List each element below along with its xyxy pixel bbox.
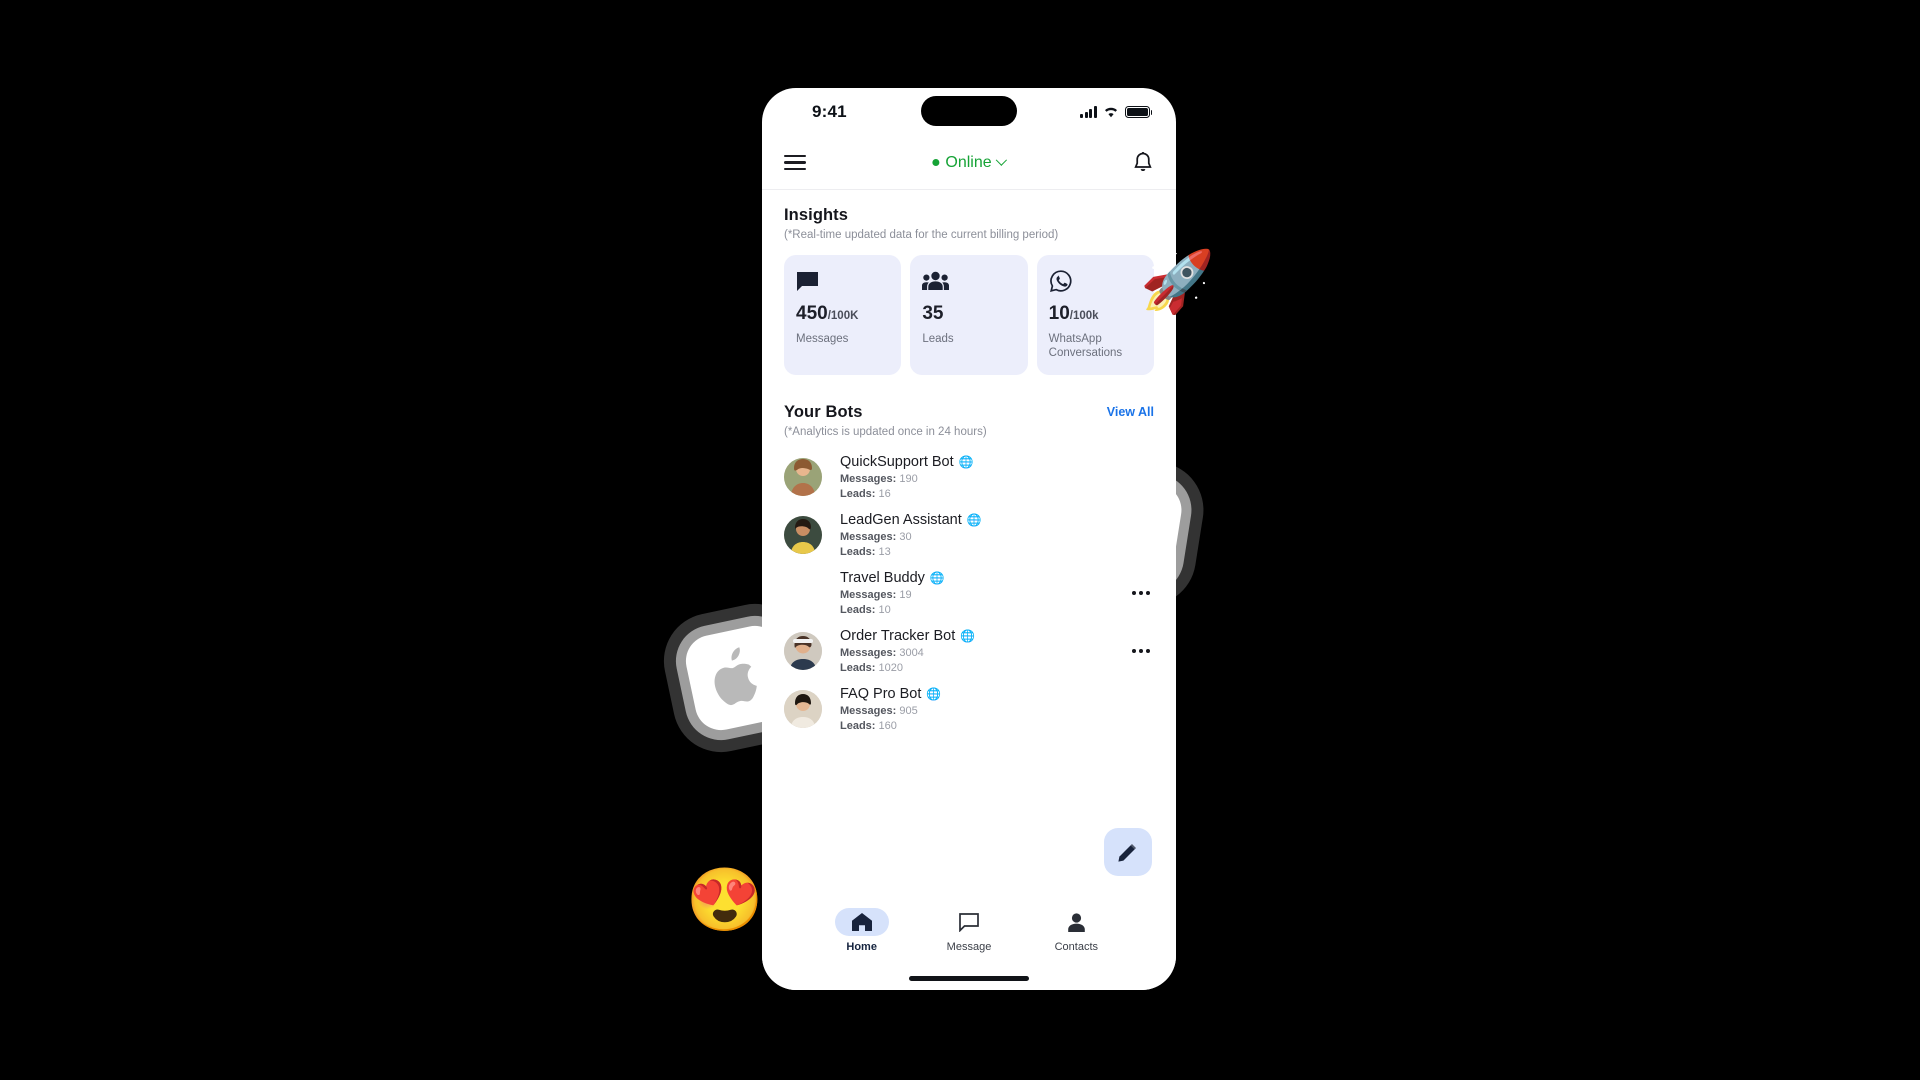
bot-name: Travel Buddy 🌐 <box>840 569 945 586</box>
bot-messages-stat: Messages: 905 <box>840 704 918 717</box>
bot-info: LeadGen Assistant 🌐 Messages: 30 Leads: … <box>840 512 982 558</box>
bot-list-item[interactable]: Order Tracker Bot 🌐 Messages: 3004 Leads… <box>784 622 1154 680</box>
insights-title: Insights <box>784 206 849 224</box>
insight-card-label: Leads <box>922 333 954 345</box>
phone-mockup: 9:41 Online Insights (*Real-time updated… <box>762 88 1176 990</box>
bot-leads-stat: Leads: 13 <box>840 545 891 558</box>
nav-label: Contacts <box>1054 941 1099 953</box>
status-bar-time: 9:41 <box>812 102 847 121</box>
avatar <box>784 689 822 728</box>
whatsapp-icon <box>1049 268 1142 294</box>
home-icon <box>834 908 889 936</box>
bot-name: QuickSupport Bot 🌐 <box>840 453 974 470</box>
bot-info: Order Tracker Bot 🌐 Messages: 3004 Leads… <box>840 628 975 674</box>
bot-messages-stat: Messages: 19 <box>840 588 912 601</box>
globe-icon: 🌐 <box>929 570 945 585</box>
wifi-icon <box>1105 107 1117 118</box>
kebab-menu-icon[interactable] <box>1132 648 1154 653</box>
insights-section: Insights (*Real-time updated data for th… <box>784 206 1154 375</box>
bottom-nav-items: Home Message Contacts <box>762 908 1176 953</box>
main-content: Insights (*Real-time updated data for th… <box>762 190 1176 738</box>
insight-card-messages[interactable]: 450/100K Messages <box>784 255 902 375</box>
insight-card-value: 10/100k <box>1048 303 1099 324</box>
insight-card-label: Messages <box>796 333 849 345</box>
bot-messages-stat: Messages: 30 <box>840 530 912 543</box>
bot-name: FAQ Pro Bot 🌐 <box>840 685 942 702</box>
insight-card-leads[interactable]: 35 Leads <box>910 255 1028 375</box>
avatar <box>784 515 822 554</box>
insight-card-value: 450/100K <box>796 303 859 324</box>
bot-messages-stat: Messages: 3004 <box>840 646 924 659</box>
kebab-menu-icon[interactable] <box>1132 590 1154 595</box>
insights-subtitle: (*Real-time updated data for the current… <box>784 229 1059 241</box>
dynamic-island <box>921 96 1017 126</box>
people-group-icon <box>922 268 1015 294</box>
view-all-link[interactable]: View All <box>1107 403 1154 419</box>
bot-info: Travel Buddy 🌐 Messages: 19 Leads: 10 <box>840 570 945 616</box>
online-status-dropdown[interactable]: Online <box>932 153 1008 172</box>
bot-name: LeadGen Assistant 🌐 <box>840 511 982 528</box>
cellular-signal-icon <box>1080 106 1097 118</box>
your-bots-header: Your Bots (*Analytics is updated once in… <box>784 403 1154 438</box>
bot-leads-stat: Leads: 160 <box>840 719 897 732</box>
globe-icon: 🌐 <box>926 686 942 701</box>
nav-item-message[interactable]: Message <box>915 908 1022 953</box>
bot-info: QuickSupport Bot 🌐 Messages: 190 Leads: … <box>840 454 974 500</box>
insight-card-value: 35 <box>922 303 944 324</box>
status-bar: 9:41 <box>762 88 1176 136</box>
online-status-label: Online <box>945 153 992 171</box>
bot-info: FAQ Pro Bot 🌐 Messages: 905 Leads: 160 <box>840 686 941 732</box>
bot-leads-stat: Leads: 1020 <box>840 661 904 674</box>
nav-item-contacts[interactable]: Contacts <box>1023 908 1130 953</box>
bot-leads-stat: Leads: 16 <box>840 487 891 500</box>
avatar <box>784 457 822 496</box>
bot-name: Order Tracker Bot 🌐 <box>840 627 976 644</box>
hamburger-menu-icon[interactable] <box>784 151 806 174</box>
globe-icon: 🌐 <box>958 454 974 469</box>
status-bar-indicators <box>1080 105 1153 119</box>
chevron-down-icon <box>995 154 1008 166</box>
app-header: Online <box>762 136 1176 190</box>
avatar <box>784 631 822 670</box>
nav-item-home[interactable]: Home <box>808 908 915 953</box>
nav-label: Home <box>846 941 877 953</box>
edit-fab-button[interactable] <box>1104 828 1152 876</box>
bot-messages-stat: Messages: 190 <box>840 472 918 485</box>
battery-icon <box>1125 105 1153 119</box>
bot-list-item[interactable]: LeadGen Assistant 🌐 Messages: 30 Leads: … <box>784 506 1154 564</box>
insight-card-label: WhatsApp Conversations <box>1048 333 1123 360</box>
chat-bubble-icon <box>796 268 889 294</box>
bot-list-item[interactable]: Travel Buddy 🌐 Messages: 19 Leads: 10 <box>784 564 1154 622</box>
bottom-navigation: Home Message Contacts <box>762 898 1176 990</box>
bot-list: QuickSupport Bot 🌐 Messages: 190 Leads: … <box>784 448 1154 738</box>
your-bots-title: Your Bots <box>784 402 863 421</box>
pencil-edit-icon <box>1118 843 1137 862</box>
nav-label: Message <box>946 941 992 953</box>
screenshot-stage: 9:41 Online Insights (*Real-time updated… <box>0 0 1920 1080</box>
insight-card-unit: /100k <box>1069 310 1099 322</box>
heart-eyes-emoji: 😍 <box>686 866 764 935</box>
insight-card-unit: /100K <box>827 310 859 322</box>
your-bots-subtitle: (*Analytics is updated once in 24 hours) <box>784 425 987 438</box>
notification-bell-icon[interactable] <box>1132 151 1154 175</box>
insight-cards: 450/100K Messages 35 Leads 10/100k Whats… <box>784 255 1154 375</box>
online-status-dot <box>932 159 940 166</box>
bot-leads-stat: Leads: 10 <box>840 603 891 616</box>
globe-icon: 🌐 <box>966 512 982 527</box>
globe-icon: 🌐 <box>960 628 976 643</box>
bot-list-item[interactable]: FAQ Pro Bot 🌐 Messages: 905 Leads: 160 <box>784 680 1154 738</box>
chat-bubble-icon <box>942 908 996 936</box>
bot-list-item[interactable]: QuickSupport Bot 🌐 Messages: 190 Leads: … <box>784 448 1154 506</box>
person-icon <box>1049 908 1103 936</box>
apple-logo-icon <box>714 647 757 706</box>
insight-card-whatsapp[interactable]: 10/100k WhatsApp Conversations <box>1036 255 1154 375</box>
your-bots-section: Your Bots (*Analytics is updated once in… <box>784 403 1154 738</box>
home-indicator <box>909 976 1029 981</box>
